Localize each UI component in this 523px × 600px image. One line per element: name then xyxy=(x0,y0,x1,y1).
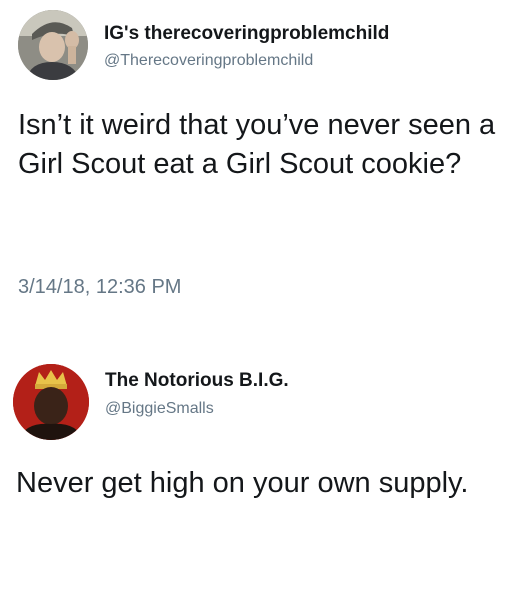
tweet-timestamp[interactable]: 3/14/18, 12:36 PM xyxy=(18,276,181,299)
profile-photo-icon xyxy=(18,10,88,80)
user-handle[interactable]: @BiggieSmalls xyxy=(105,400,214,418)
tweet-text: Isn’t it weird that you’ve never seen a … xyxy=(18,109,496,180)
user-handle[interactable]: @Therecoveringproblemchild xyxy=(104,52,313,70)
tweet-card: IG's therecoveringproblemchild @Therecov… xyxy=(0,0,523,330)
display-name[interactable]: The Notorious B.I.G. xyxy=(105,370,289,392)
user-avatar[interactable] xyxy=(13,364,89,440)
tweet-text: Never get high on your own supply. xyxy=(16,467,469,499)
user-avatar[interactable] xyxy=(18,10,88,80)
display-name[interactable]: IG's therecoveringproblemchild xyxy=(104,23,389,45)
profile-photo-icon xyxy=(13,364,89,440)
tweet-card: The Notorious B.I.G. @BiggieSmalls Never… xyxy=(0,340,523,600)
